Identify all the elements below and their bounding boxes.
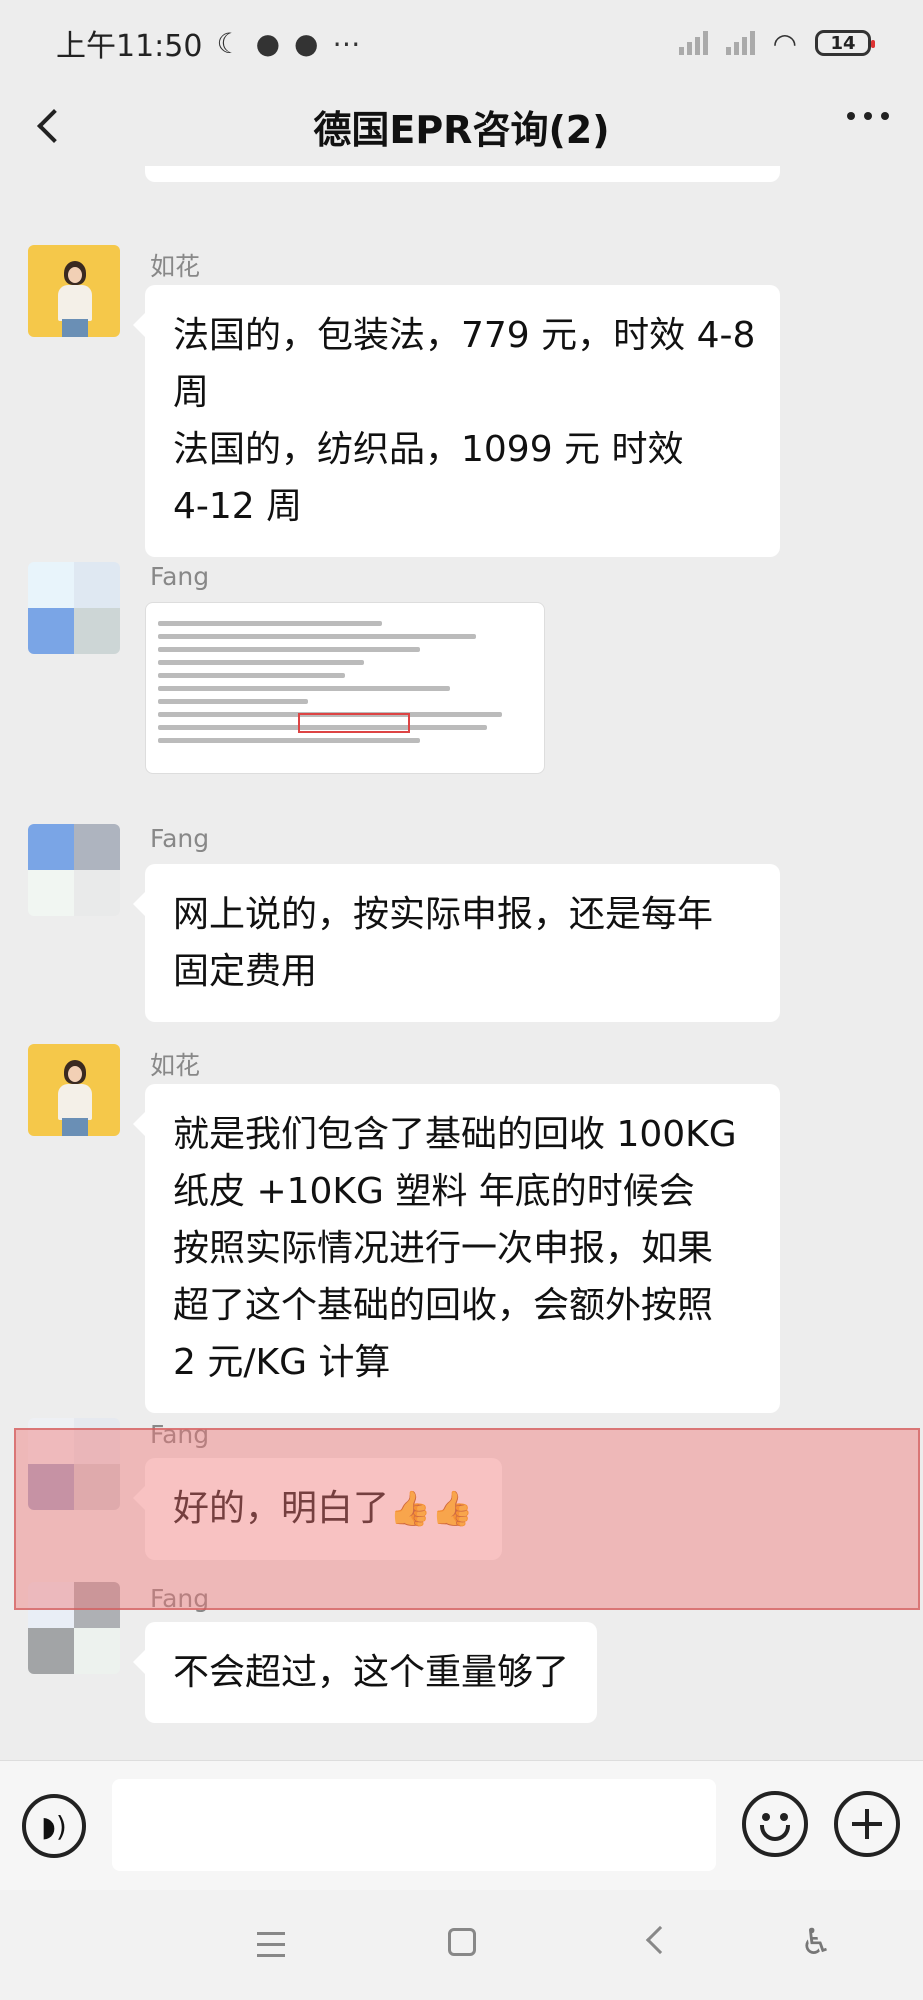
accessibility-icon[interactable]: ♿ [800, 1922, 832, 1963]
emoji-button[interactable] [742, 1791, 808, 1857]
nav-bar: ♿ [0, 1890, 923, 2000]
more-horizontal-icon [847, 112, 855, 120]
sender-name: 如花 [150, 252, 201, 281]
voice-button[interactable]: ◗) [22, 1794, 86, 1858]
message-line: 不会超过，这个重量够了 [173, 1652, 570, 1693]
message-line: 法国的，纺织品，1099 元 时效 [173, 429, 684, 470]
home-icon[interactable] [448, 1928, 476, 1956]
image-highlight-box [298, 713, 410, 733]
back-icon[interactable] [645, 1925, 675, 1955]
more-button[interactable] [847, 112, 889, 120]
message-line: 2 元/KG 计算 [173, 1342, 391, 1383]
sender-name: 如花 [150, 1051, 201, 1080]
message-line: 纸皮 +10KG 塑料 年底的时候会 [173, 1171, 695, 1212]
plus-button[interactable] [834, 1791, 900, 1857]
title-bar: 德国EPR咨询(2) [0, 86, 923, 166]
status-time: 上午11:50 [56, 29, 203, 64]
chevron-left-icon [37, 109, 71, 143]
wechat-icon: ● [255, 26, 281, 60]
menu-icon[interactable] [257, 1932, 285, 1965]
wifi-icon: ◠ [772, 26, 797, 60]
message-line: 网上说的，按实际申报，还是每年 [173, 894, 714, 935]
input-bar: ◗) [0, 1760, 923, 1890]
message-line: 法国的，包装法，779 元，时效 4-8 [173, 315, 756, 356]
message-bubble[interactable]: 不会超过，这个重量够了 [132, 1622, 598, 1723]
message-bubble[interactable]: 法国的，包装法，779 元，时效 4-8 周 法国的，纺织品，1099 元 时效… [133, 285, 780, 557]
battery-level: 14 [830, 32, 856, 54]
status-bar: 上午11:50 ☾ ● ● ⋯ ◠ 14 [0, 0, 923, 86]
clipped-message-bubble [145, 166, 780, 182]
chat-title: 德国EPR咨询(2) [313, 107, 610, 152]
message-bubble[interactable]: 网上说的，按实际申报，还是每年 固定费用 [133, 864, 780, 1022]
message-input[interactable] [112, 1779, 716, 1871]
avatar[interactable] [28, 1044, 120, 1136]
status-right: ◠ 14 [678, 26, 875, 60]
status-left: 上午11:50 ☾ ● ● ⋯ [56, 21, 360, 65]
sender-name: Fang [150, 562, 210, 591]
message-line: 就是我们包含了基础的回收 100KG [173, 1114, 737, 1155]
message-line: 超了这个基础的回收，会额外按照 [173, 1285, 714, 1326]
message-bubble[interactable]: 就是我们包含了基础的回收 100KG 纸皮 +10KG 塑料 年底的时候会 按照… [133, 1084, 780, 1413]
message-line: 周 [173, 372, 210, 413]
back-button[interactable] [30, 106, 71, 146]
message-line: 固定费用 [173, 951, 318, 992]
wechat-icon: ● [294, 26, 319, 60]
message-line: 按照实际情况进行一次申报，如果 [173, 1228, 714, 1269]
emoji-icon [762, 1813, 770, 1821]
battery-icon: 14 [815, 30, 875, 56]
signal-icon [725, 31, 755, 55]
more-dots-icon: ⋯ [332, 26, 361, 60]
avatar[interactable] [28, 562, 120, 654]
avatar[interactable] [28, 824, 120, 916]
voice-icon: ◗) [41, 1809, 67, 1843]
selection-highlight [14, 1428, 920, 1610]
moon-icon: ☾ [216, 26, 242, 60]
image-message[interactable] [145, 602, 545, 774]
message-line: 4-12 周 [173, 486, 303, 527]
signal-icon [678, 31, 708, 55]
sender-name: Fang [150, 824, 210, 853]
avatar[interactable] [28, 245, 120, 337]
